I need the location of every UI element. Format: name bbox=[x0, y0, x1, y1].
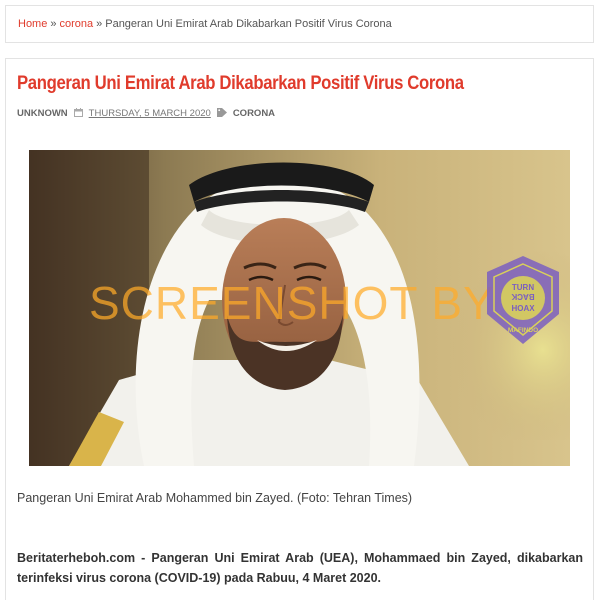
breadcrumb-category-link[interactable]: corona bbox=[59, 18, 93, 30]
image-caption: Pangeran Uni Emirat Arab Mohammed bin Za… bbox=[17, 491, 413, 505]
post-author[interactable]: Unknown bbox=[17, 108, 68, 119]
breadcrumb-separator: » bbox=[96, 18, 103, 30]
badge-text-1: TURN bbox=[512, 283, 534, 292]
breadcrumb: Home » corona » Pangeran Uni Emirat Arab… bbox=[5, 5, 594, 43]
calendar-icon bbox=[73, 108, 83, 119]
breadcrumb-home-link[interactable]: Home bbox=[18, 18, 47, 30]
badge-text-2: BACK bbox=[511, 292, 534, 301]
breadcrumb-separator: » bbox=[50, 18, 57, 30]
post-image: SCREENSHOT BY TURN BACK HOAX MAFINDO bbox=[29, 150, 570, 466]
badge-text-3: HOAX bbox=[511, 304, 535, 313]
post-date[interactable]: Thursday, 5 March 2020 bbox=[89, 108, 211, 119]
post-title[interactable]: Pangeran Uni Emirat Arab Dikabarkan Posi… bbox=[17, 73, 464, 95]
badge-text-bottom: MAFINDO bbox=[508, 327, 538, 334]
post-label[interactable]: corona bbox=[233, 108, 275, 119]
post-container: Pangeran Uni Emirat Arab Dikabarkan Posi… bbox=[5, 58, 594, 600]
watermark-text: SCREENSHOT BY bbox=[89, 277, 495, 329]
article-lead: Beritaterheboh.com - Pangeran Uni Emirat… bbox=[17, 551, 583, 585]
tag-icon bbox=[216, 108, 227, 119]
mafindo-badge-icon: TURN BACK HOAX MAFINDO bbox=[487, 256, 559, 344]
breadcrumb-current: Pangeran Uni Emirat Arab Dikabarkan Posi… bbox=[105, 18, 392, 30]
post-meta: Unknown Thursday, 5 March 2020 corona bbox=[17, 108, 275, 119]
